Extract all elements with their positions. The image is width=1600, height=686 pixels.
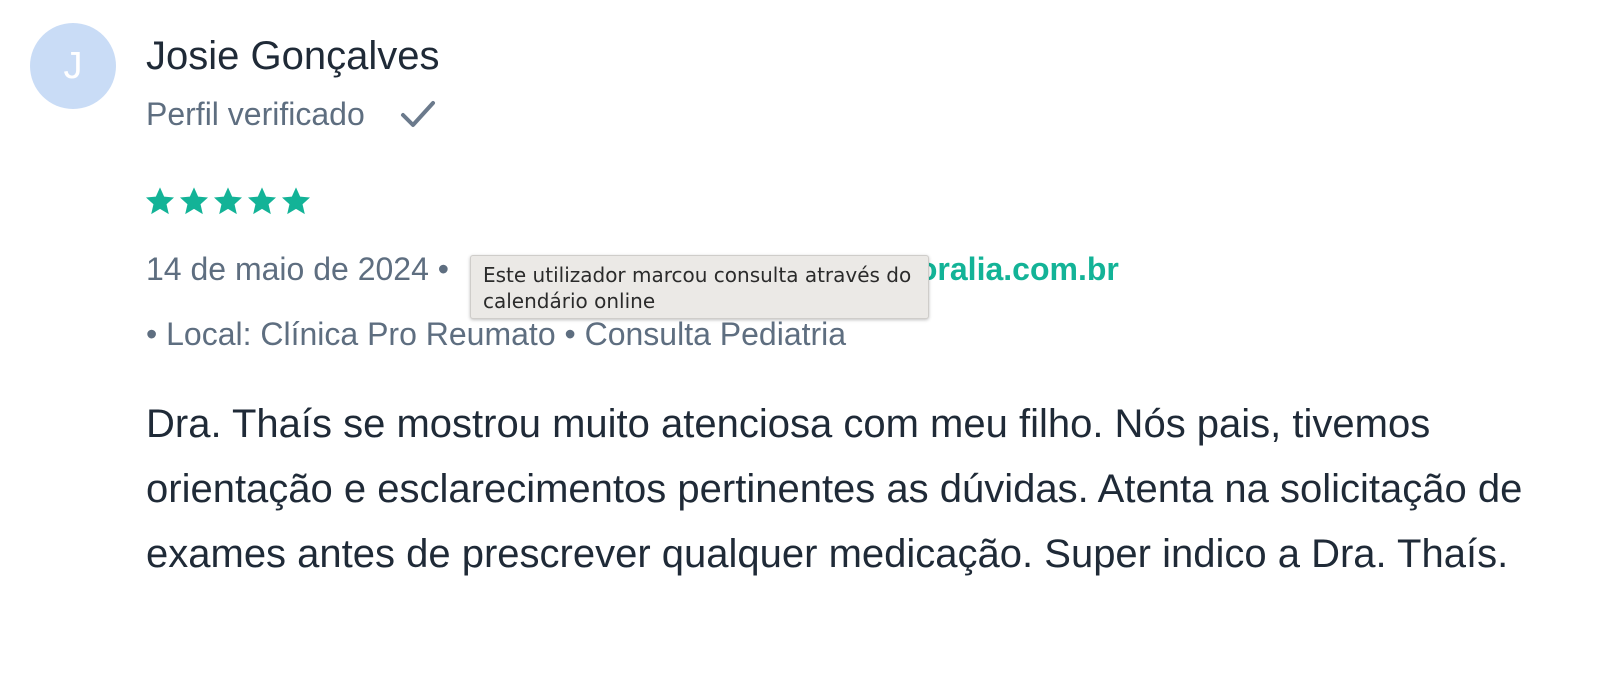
meta-separator: • xyxy=(437,251,449,287)
review-card: J Josie Gonçalves Perfil verificado 14 d… xyxy=(0,0,1600,686)
tooltip: Este utilizador marcou consulta através … xyxy=(470,255,929,319)
avatar-initial: J xyxy=(63,44,83,87)
source-link[interactable]: oralia.com.br xyxy=(918,251,1119,287)
star-icon xyxy=(282,187,310,215)
star-icon xyxy=(146,187,174,215)
location-line: • Local: Clínica Pro Reumato • Consulta … xyxy=(146,316,847,352)
review-date: 14 de maio de 2024 xyxy=(146,251,429,287)
author-name: Josie Gonçalves xyxy=(146,34,440,78)
avatar: J xyxy=(30,23,116,109)
review-text: Dra. Thaís se mostrou muito atenciosa co… xyxy=(146,402,1523,576)
verified-label: Perfil verificado xyxy=(146,95,365,132)
checkmark-icon xyxy=(399,98,437,130)
star-icon xyxy=(248,187,276,215)
star-rating xyxy=(144,185,312,217)
verified-profile: Perfil verificado xyxy=(146,92,437,136)
star-icon xyxy=(180,187,208,215)
star-icon xyxy=(214,187,242,215)
